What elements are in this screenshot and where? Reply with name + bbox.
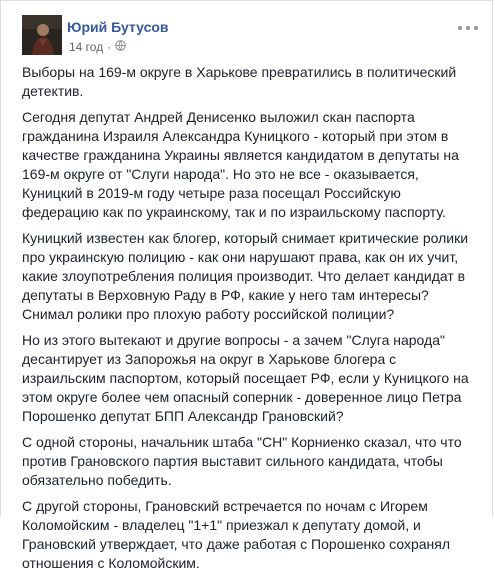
author-name[interactable]: Юрий Бутусов bbox=[67, 19, 169, 35]
more-horizontal-icon[interactable] bbox=[458, 23, 478, 33]
post-paragraph: Но из этого вытекают и другие вопросы - … bbox=[22, 332, 469, 424]
post-header: Юрий Бутусов 14 год · bbox=[22, 15, 478, 59]
post-timestamp[interactable]: 14 год bbox=[69, 40, 103, 54]
post-paragraph: С другой стороны, Грановский встречается… bbox=[22, 498, 451, 571]
meta-separator: · bbox=[107, 40, 112, 54]
avatar[interactable] bbox=[22, 15, 62, 55]
avatar-image bbox=[22, 15, 62, 55]
globe-icon bbox=[115, 40, 127, 54]
post-paragraph: Куницкий известен как блогер, который сн… bbox=[22, 230, 469, 322]
post-paragraph: Сегодня депутат Андрей Денисенко выложил… bbox=[22, 109, 459, 220]
post-card: Юрий Бутусов 14 год · Выборы на 169-м ок… bbox=[0, 0, 493, 571]
post-paragraph: С одной стороны, начальник штаба "СН" Ко… bbox=[22, 434, 462, 488]
post-meta: 14 год · bbox=[69, 40, 127, 54]
post-paragraph: Выборы на 169-м округе в Харькове превра… bbox=[22, 64, 457, 99]
post-text: Выборы на 169-м округе в Харькове превра… bbox=[22, 63, 472, 580]
